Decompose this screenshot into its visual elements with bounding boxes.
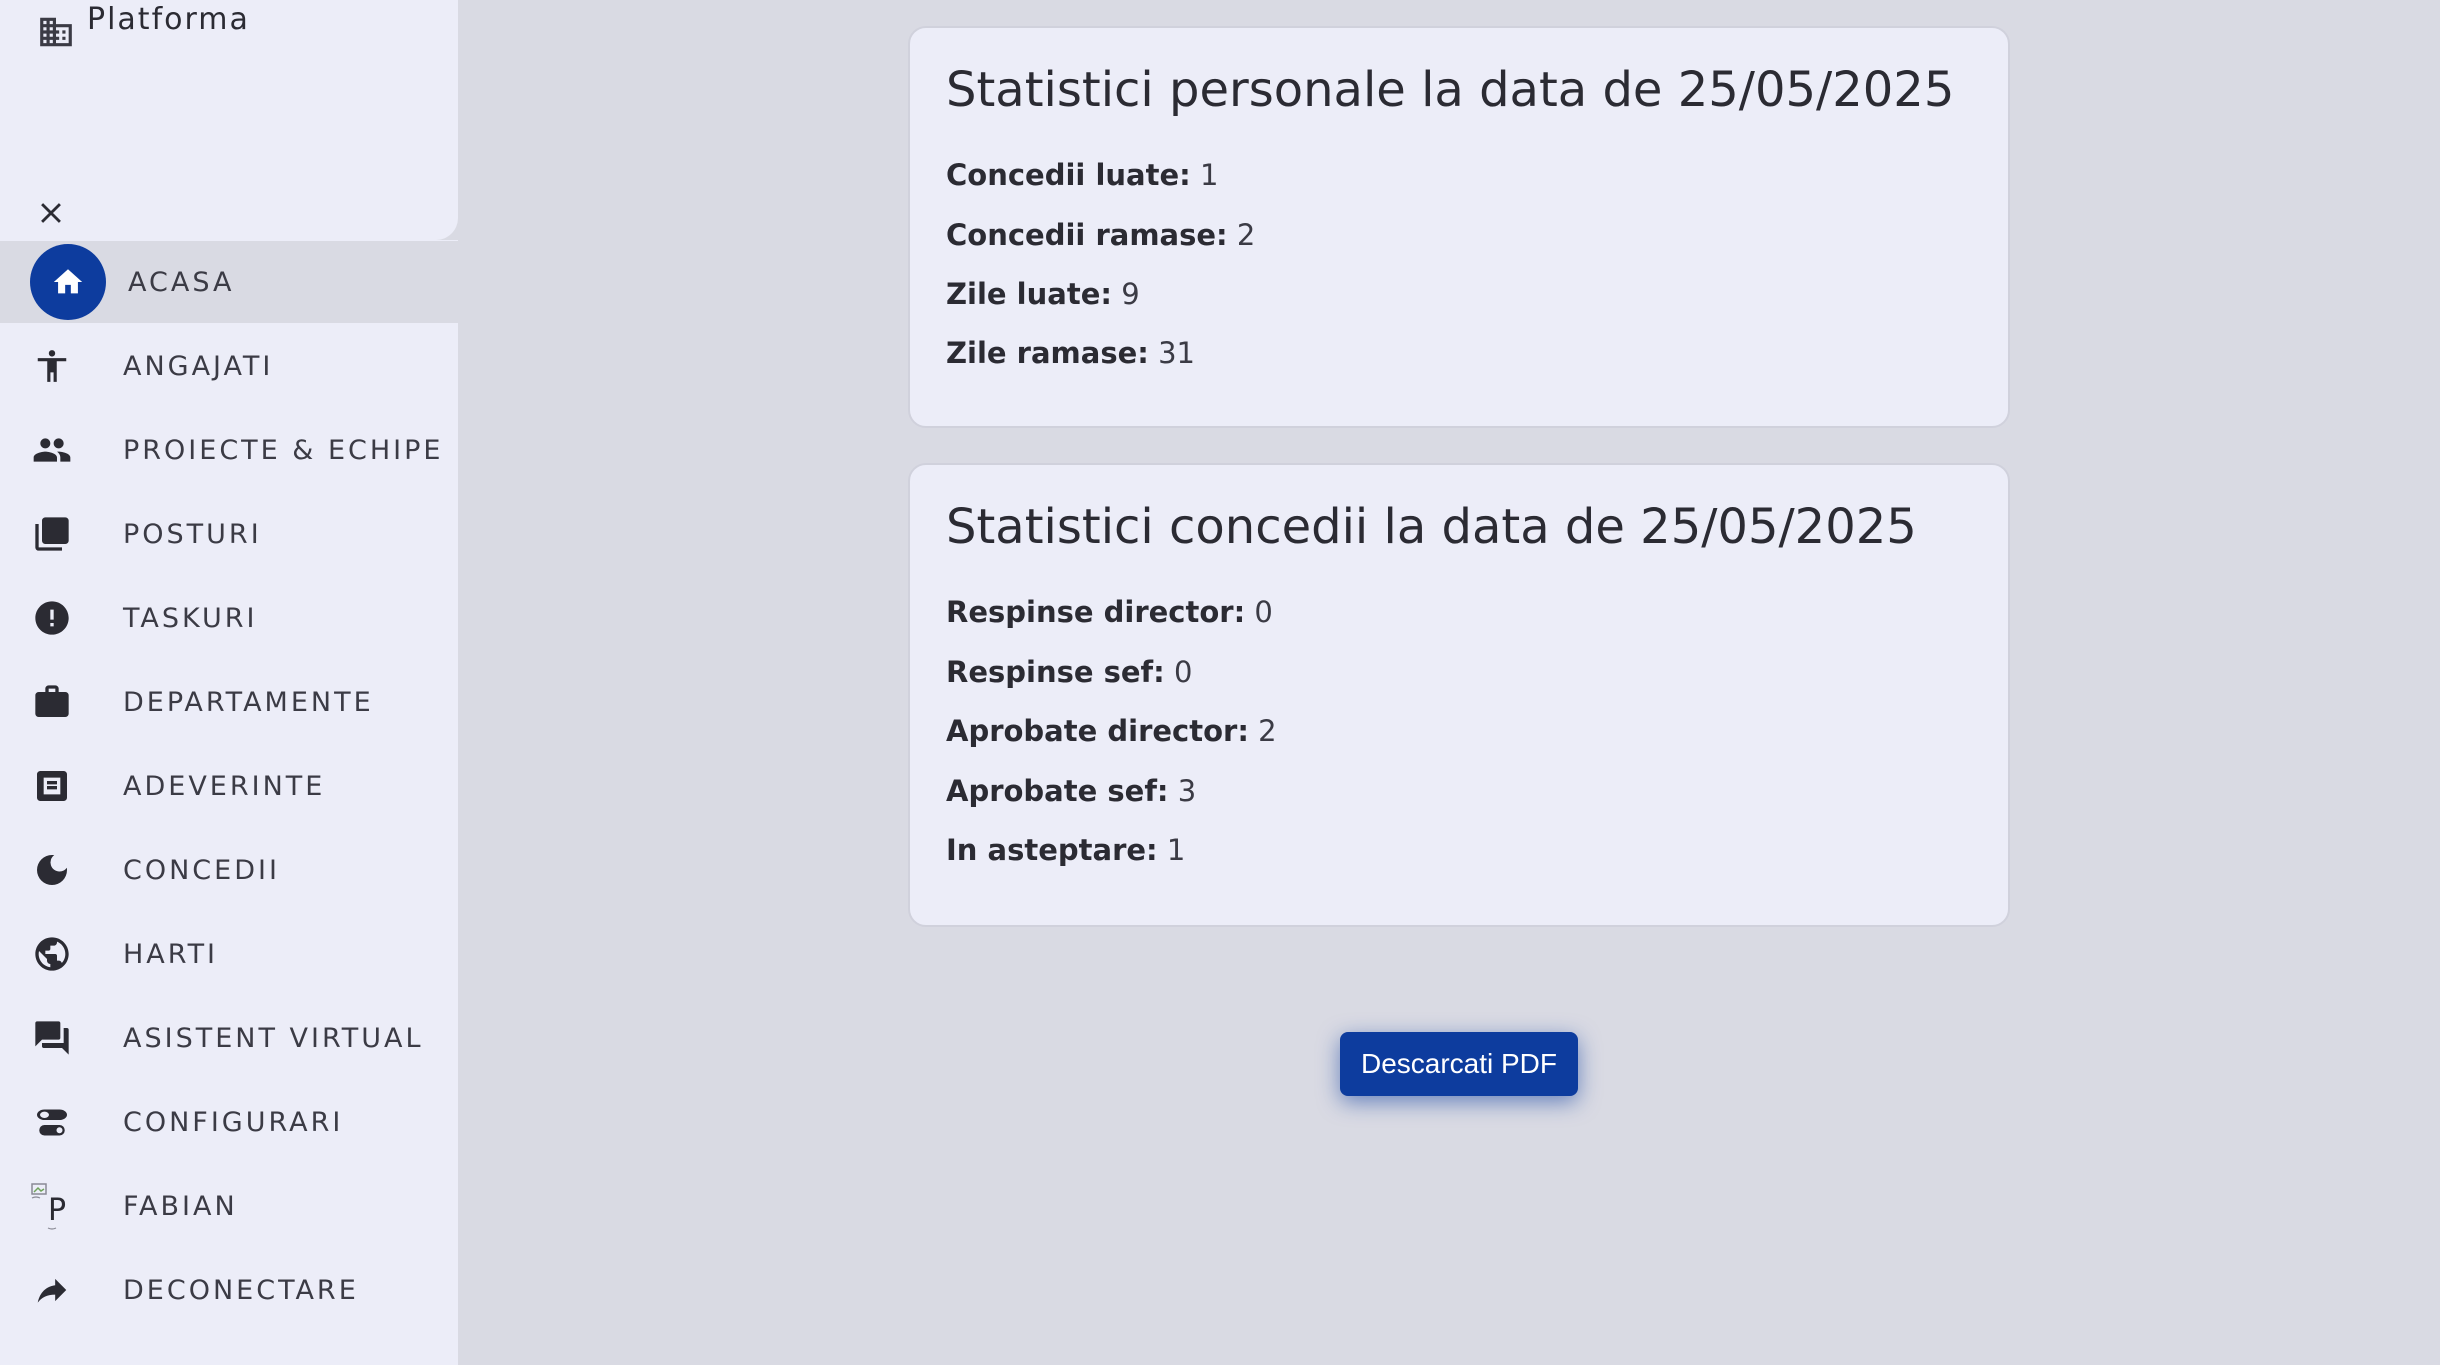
sidebar-header: Platforma [0,0,458,240]
stat-label: Zile ramase: [946,336,1149,370]
stat-row: Respinse director: 0 [946,595,1273,629]
leave-stats-card: Statistici concedii la data de 25/05/202… [908,463,2010,927]
toggles-icon [30,1100,74,1144]
people-icon [30,428,74,472]
stat-value: 2 [1258,714,1277,748]
sidebar-item-label: ACASA [128,266,235,298]
sidebar-item-label: FABIAN [123,1190,238,1222]
stat-label: Aprobate director: [946,714,1249,748]
stat-value: 1 [1199,158,1219,192]
sidebar-item-deconectare[interactable]: DECONECTARE [0,1249,458,1331]
sidebar-item-acasa[interactable]: ACASA [0,241,458,323]
stat-row: Zile luate: 9 [946,277,1140,311]
stat-row: Concedii luate: 1 [946,158,1218,192]
stat-label: Zile luate: [946,277,1112,311]
sidebar-item-posturi[interactable]: POSTURI [0,493,458,575]
stat-label: Aprobate sef: [946,774,1169,808]
logout-arrow-icon [30,1268,74,1312]
stat-value: 0 [1254,595,1273,629]
sidebar-item-label: ASISTENT VIRTUAL [123,1022,424,1054]
person-icon [30,344,74,388]
svg-text:P: P [48,1193,66,1228]
building-icon [36,12,76,52]
sidebar-item-departamente[interactable]: DEPARTAMENTE [0,661,458,743]
stat-row: Aprobate director: 2 [946,714,1277,748]
sidebar-item-taskuri[interactable]: TASKURI [0,577,458,659]
avatar: P [24,1178,80,1234]
sidebar-item-concedii[interactable]: CONCEDII [0,829,458,911]
sidebar-item-fabian[interactable]: P FABIAN [0,1165,458,1247]
stat-label: In asteptare: [946,833,1158,867]
stat-value: 2 [1236,218,1256,252]
brand[interactable] [36,12,76,52]
stat-value: 1 [1166,833,1186,867]
sidebar-item-asistent-virtual[interactable]: ASISTENT VIRTUAL [0,997,458,1079]
sidebar-item-label: CONFIGURARI [123,1106,344,1138]
stat-label: Concedii ramase: [946,218,1228,252]
sidebar-item-label: TASKURI [123,602,258,634]
alert-circle-icon [30,596,74,640]
sidebar-item-adeverinte[interactable]: ADEVERINTE [0,745,458,827]
stat-value: 9 [1121,277,1140,311]
stat-value: 3 [1177,774,1197,808]
personal-stats-card: Statistici personale la data de 25/05/20… [908,26,2010,428]
stat-value: 0 [1174,655,1193,689]
sidebar-item-label: ADEVERINTE [123,770,326,802]
chat-icon [30,1016,74,1060]
document-icon [30,764,74,808]
leave-stats-title: Statistici concedii la data de 25/05/202… [946,499,1917,555]
stat-label: Concedii luate: [946,158,1191,192]
globe-icon [30,932,74,976]
download-pdf-button[interactable]: Descarcati PDF [1340,1032,1578,1096]
close-icon [34,196,68,234]
stat-label: Respinse sef: [946,655,1165,689]
sidebar-item-label: PROIECTE & ECHIPE [123,434,444,466]
sidebar-item-label: CONCEDII [123,854,280,886]
sidebar-item-label: POSTURI [123,518,262,550]
copy-icon [30,512,74,556]
stat-label: Respinse director: [946,595,1246,629]
sidebar-item-configurari[interactable]: CONFIGURARI [0,1081,458,1163]
sidebar-item-angajati[interactable]: ANGAJATI [0,325,458,407]
sidebar-item-label: DEPARTAMENTE [123,686,374,718]
stat-row: Zile ramase: 31 [946,336,1195,370]
stat-value: 31 [1158,336,1195,370]
sidebar-item-harti[interactable]: HARTI [0,913,458,995]
home-icon [30,244,106,320]
sidebar-item-proiecte-echipe[interactable]: PROIECTE & ECHIPE [0,409,458,491]
close-sidebar-button[interactable] [32,196,70,234]
stat-row: Respinse sef: 0 [946,655,1192,689]
sidebar-item-label: DECONECTARE [123,1274,359,1306]
briefcase-icon [30,680,74,724]
sidebar-item-label: ANGAJATI [123,350,274,382]
brand-name: Platforma [87,2,250,37]
stat-row: Aprobate sef: 3 [946,774,1196,808]
stat-row: In asteptare: 1 [946,833,1185,867]
sidebar-item-label: HARTI [123,938,219,970]
personal-stats-title: Statistici personale la data de 25/05/20… [946,62,1955,118]
moon-icon [30,848,74,892]
stat-row: Concedii ramase: 2 [946,218,1255,252]
app-root: Platforma ACASA ANGAJATI PROIECTE & ECHI… [0,0,2440,1365]
